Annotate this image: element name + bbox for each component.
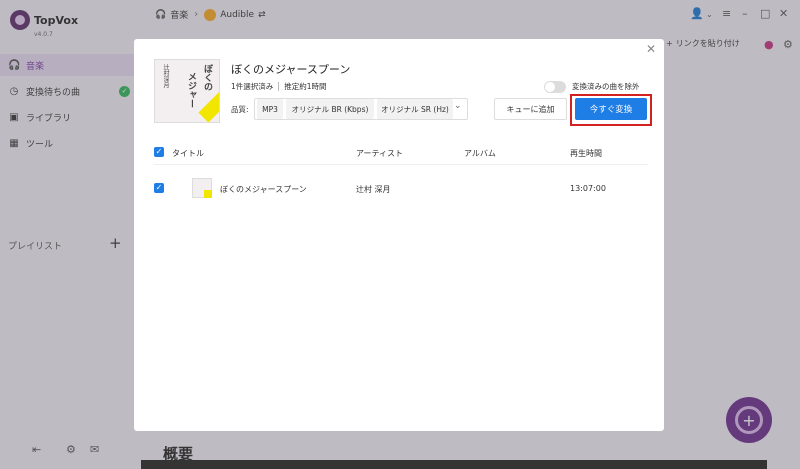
track-duration: 13:07:00 (570, 184, 606, 193)
track-title: ぼくのメジャースプーン (220, 185, 307, 194)
cover-title-art: ぼくの (202, 64, 212, 91)
cover-band (198, 91, 219, 122)
column-title[interactable]: タイトル (172, 148, 204, 159)
cover-title-art: メジャー (186, 72, 196, 108)
exclude-converted-label: 変換済みの曲を除外 (572, 82, 640, 91)
selected-count: 1件選択済み (231, 82, 274, 91)
column-artist[interactable]: アーティスト (356, 148, 403, 159)
column-album[interactable]: アルバム (464, 148, 496, 159)
convert-dialog: ✕ ぼくの メジャー 辻村深月 ぼくのメジャースプーン 1件選択済み 推定約1時… (134, 39, 664, 431)
table-row[interactable]: ✓ ぼくのメジャースプーン 辻村 深月 13:07:00 (154, 175, 648, 201)
exclude-converted-toggle[interactable] (544, 81, 566, 93)
track-artist: 辻村 深月 (356, 185, 391, 194)
row-checkbox[interactable]: ✓ (154, 183, 164, 193)
divider (278, 82, 280, 91)
chevron-down-icon[interactable]: ⌄ (454, 101, 462, 111)
book-title: ぼくのメジャースプーン (231, 63, 351, 76)
quality-label: 品質: (231, 105, 249, 114)
close-icon[interactable]: ✕ (646, 42, 656, 56)
format-chip[interactable]: MP3 (257, 99, 283, 119)
track-thumbnail (192, 178, 212, 198)
selection-summary: 1件選択済み 推定約1時間 (231, 81, 327, 92)
table-header: ✓ タイトル アーティスト アルバム 再生時間 (154, 143, 648, 165)
samplerate-chip[interactable]: オリジナル SR (Hz) (377, 99, 453, 119)
estimated-time: 推定約1時間 (284, 82, 327, 91)
add-to-queue-button[interactable]: キューに追加 (494, 98, 567, 120)
column-duration[interactable]: 再生時間 (570, 148, 602, 159)
cover-author-art: 辻村深月 (162, 64, 169, 88)
select-all-checkbox[interactable]: ✓ (154, 147, 164, 157)
bitrate-chip[interactable]: オリジナル BR (Kbps) (286, 99, 374, 119)
convert-now-button[interactable]: 今すぐ変換 (575, 98, 647, 120)
album-cover: ぼくの メジャー 辻村深月 (154, 59, 220, 123)
